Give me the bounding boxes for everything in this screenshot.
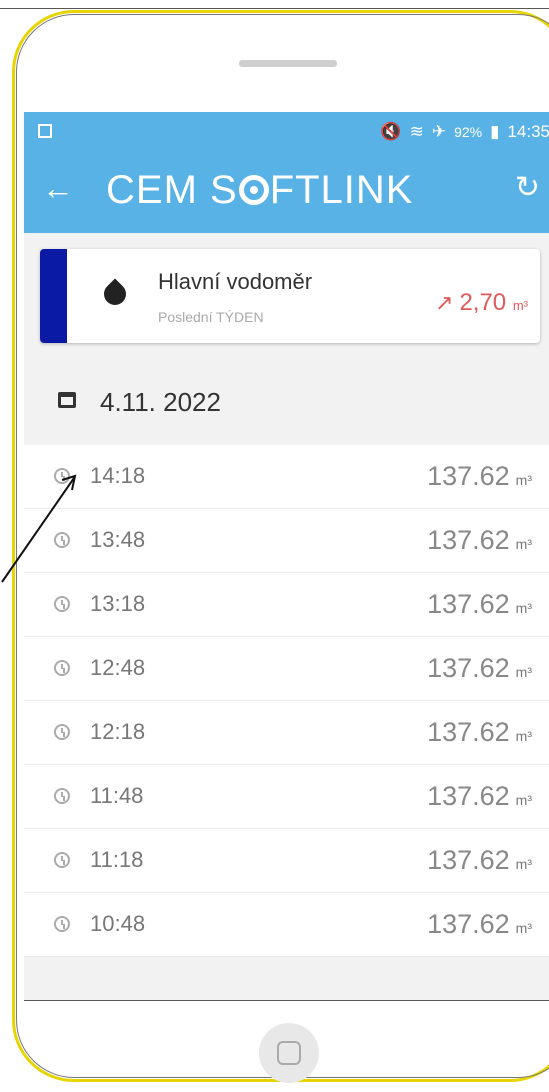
clock-icon: [54, 788, 70, 804]
reading-number: 137.62: [427, 717, 510, 747]
reading-value: 137.62 m³: [427, 461, 532, 492]
reading-unit: m³: [515, 536, 532, 552]
home-button[interactable]: [259, 1023, 319, 1083]
reading-row[interactable]: 11:18 137.62 m³: [24, 829, 549, 893]
trending-up-icon: ↗: [435, 290, 454, 315]
reading-unit: m³: [515, 472, 532, 488]
main-content: Hlavní vodoměr Poslední TÝDEN ↗ 2,70 m³ 4…: [24, 233, 549, 1000]
meter-unit: m³: [512, 298, 528, 313]
battery-icon: ▮: [490, 122, 500, 141]
reading-number: 137.62: [427, 845, 510, 875]
reading-row[interactable]: 10:48 137.62 m³: [24, 893, 549, 957]
reading-unit: m³: [515, 664, 532, 680]
reading-value: 137.62 m³: [427, 781, 532, 812]
refresh-icon[interactable]: ↻: [515, 168, 540, 208]
reading-row[interactable]: 14:18 137.62 m³: [24, 445, 549, 509]
status-bar: 🔇 ≋ ✈ 92% ▮ 14:35: [24, 112, 549, 152]
reading-row[interactable]: 12:18 137.62 m³: [24, 701, 549, 765]
reading-row[interactable]: 13:18 137.62 m³: [24, 573, 549, 637]
notification-icon: [38, 124, 52, 138]
reading-number: 137.62: [427, 525, 510, 555]
clock-icon: [54, 916, 70, 932]
wifi-icon: ≋: [409, 122, 424, 141]
date-header: 4.11. 2022: [24, 363, 549, 443]
reading-row[interactable]: 13:48 137.62 m³: [24, 509, 549, 573]
reading-unit: m³: [515, 792, 532, 808]
reading-number: 137.62: [427, 461, 510, 491]
reading-number: 137.62: [427, 781, 510, 811]
reading-time: 13:18: [90, 591, 146, 616]
reading-time: 12:18: [90, 719, 146, 744]
calendar-icon: [58, 392, 76, 408]
reading-value: 137.62 m³: [427, 589, 532, 620]
reading-unit: m³: [515, 600, 532, 616]
reading-time: 11:18: [90, 847, 144, 872]
app-screen: 🔇 ≋ ✈ 92% ▮ 14:35 ← CEM S FTLINK ↻ Hlavní…: [24, 112, 549, 1001]
reading-unit: m³: [515, 728, 532, 744]
reading-time: 11:48: [90, 783, 144, 808]
clock-icon: [54, 660, 70, 676]
meter-card[interactable]: Hlavní vodoměr Poslední TÝDEN ↗ 2,70 m³: [40, 249, 540, 343]
meter-consumption: ↗ 2,70 m³: [435, 289, 528, 317]
reading-row[interactable]: 12:48 137.62 m³: [24, 637, 549, 701]
speaker-grille: [239, 60, 337, 67]
arrow-left-icon[interactable]: ←: [42, 168, 74, 208]
annotation-arrow: [1, 474, 77, 583]
reading-value: 137.62 m³: [427, 653, 532, 684]
reading-number: 137.62: [427, 909, 510, 939]
airplane-icon: ✈: [431, 122, 447, 141]
reading-number: 137.62: [427, 589, 510, 619]
reading-unit: m³: [515, 920, 532, 936]
app-bar: ← CEM S FTLINK ↻: [24, 152, 549, 233]
mute-icon: 🔇: [380, 122, 402, 141]
readings-list: 14:18 137.62 m³ 13:48 137.62 m³ 13:18 137.62 m³ 1…: [24, 445, 549, 957]
clock-icon: [54, 724, 70, 740]
meter-value: 2,70: [459, 289, 507, 316]
clock-icon: [54, 596, 70, 612]
meter-period: Poslední TÝDEN: [158, 309, 264, 325]
reading-value: 137.62 m³: [427, 845, 532, 876]
reading-time: 12:48: [90, 655, 146, 680]
app-logo: CEM S FTLINK: [106, 168, 414, 212]
logo-wifi-o: [238, 175, 269, 205]
reading-number: 137.62: [427, 653, 510, 683]
meter-color-stripe: [40, 249, 67, 343]
water-drop-icon: [99, 278, 131, 310]
reading-value: 137.62 m³: [427, 717, 532, 748]
meter-name: Hlavní vodoměr: [158, 269, 313, 294]
reading-row[interactable]: 11:48 137.62 m³: [24, 765, 549, 829]
top-rule: [0, 8, 549, 9]
status-time: 14:35: [507, 122, 549, 141]
date-label: 4.11. 2022: [100, 387, 221, 417]
clock-icon: [54, 852, 70, 868]
battery-percent: 92%: [454, 124, 483, 140]
reading-value: 137.62 m³: [427, 909, 532, 940]
reading-unit: m³: [515, 856, 532, 872]
reading-value: 137.62 m³: [427, 525, 532, 556]
status-icons: 🔇 ≋ ✈ 92% ▮ 14:35: [380, 122, 549, 142]
reading-time: 10:48: [90, 911, 146, 936]
